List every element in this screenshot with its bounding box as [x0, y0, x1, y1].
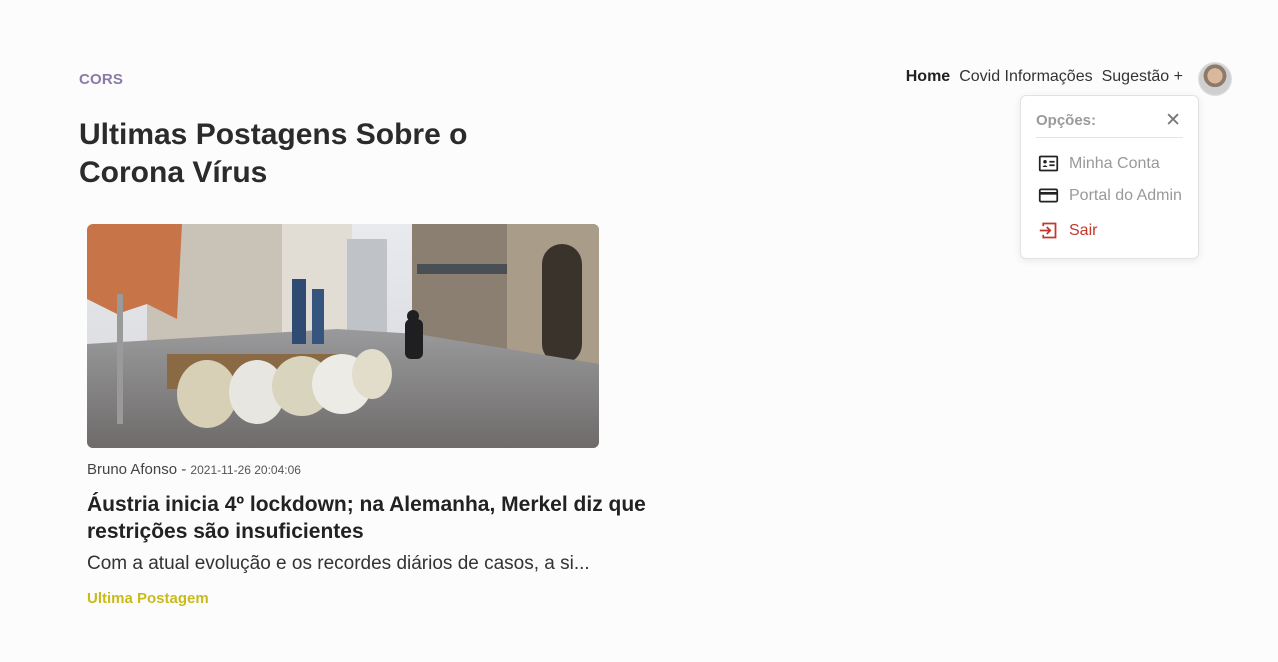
menu-item-admin-portal[interactable]: Portal do Admin	[1038, 185, 1182, 206]
menu-item-label: Sair	[1069, 221, 1098, 239]
post-date: 2021-11-26 20:04:06	[190, 463, 301, 477]
meta-separator: -	[177, 461, 191, 478]
street-photo	[87, 224, 599, 448]
nav-home[interactable]: Home	[906, 68, 950, 86]
page-title: Ultimas Postagens Sobre o Corona Vírus	[79, 118, 468, 189]
logout-icon	[1039, 222, 1057, 239]
menu-item-my-account[interactable]: Minha Conta	[1038, 153, 1160, 174]
id-card-icon	[1038, 155, 1059, 172]
credit-card-icon	[1038, 188, 1059, 203]
close-icon[interactable]: ✕	[1165, 109, 1181, 132]
nav-covid-info[interactable]: Covid Informações	[959, 68, 1092, 86]
post-image[interactable]	[87, 224, 599, 448]
nav-suggestion[interactable]: Sugestão +	[1102, 68, 1183, 86]
menu-item-label: Minha Conta	[1069, 154, 1160, 172]
main-nav: Home Covid Informações Sugestão +	[906, 68, 1183, 86]
menu-item-logout[interactable]: Sair	[1038, 220, 1097, 241]
post-title[interactable]: Áustria inicia 4º lockdown; na Alemanha,…	[87, 491, 677, 545]
user-avatar[interactable]	[1199, 63, 1231, 95]
dropdown-header: Opções: ✕	[1036, 109, 1183, 138]
latest-post-badge: Ultima Postagem	[87, 590, 209, 607]
post-excerpt: Com a atual evolução e os recordes diári…	[87, 553, 590, 574]
brand-logo[interactable]: CORS	[79, 71, 123, 88]
post-author: Bruno Afonso	[87, 461, 178, 478]
options-dropdown: Opções: ✕ Minha Conta Portal do Admin Sa…	[1020, 95, 1199, 259]
menu-item-label: Portal do Admin	[1069, 186, 1182, 204]
post-meta: Bruno Afonso - 2021-11-26 20:04:06	[87, 461, 301, 478]
dropdown-title: Opções:	[1036, 112, 1097, 129]
